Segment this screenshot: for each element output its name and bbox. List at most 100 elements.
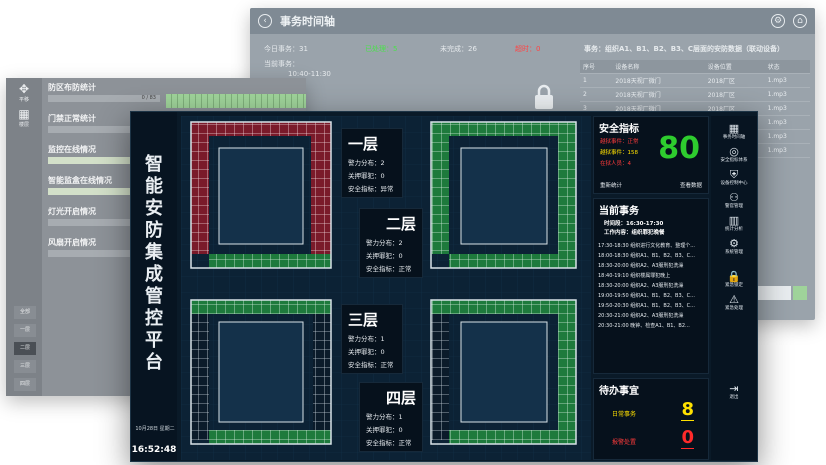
floor-3-card[interactable]: 三层 警力分布：1 关押罪犯：0 安全指标：正常 — [341, 304, 403, 374]
timeline-titlebar: ‹ 事务时间轴 ⚙ ⌂ — [250, 8, 815, 34]
alarm-icon: ⚠ — [729, 293, 739, 306]
table-cell: 1 — [580, 73, 613, 88]
floor-plan-strip — [166, 94, 306, 108]
dashboard-window: 智能安防集成管控平台 10月28日 星期二 16:52:48 一层 警力分布：2… — [130, 111, 758, 462]
event-item[interactable]: 18:40-19:10 组织楼属罪犯晚上 — [598, 271, 704, 281]
nav-label: 统计分析 — [725, 227, 743, 232]
event-item[interactable]: 18:30-20:00 组织A2、A3服刑犯洗澡 — [598, 281, 704, 291]
floor-button[interactable]: 二层 — [14, 342, 36, 355]
move-icon-glyph: ✥ — [18, 82, 30, 96]
nav-item[interactable]: ⚇ 警官管理 — [711, 191, 757, 210]
nav-item[interactable]: ▦ 事务时间轴 — [711, 122, 757, 141]
todo-alarm-label[interactable]: 报警处置 — [612, 437, 636, 446]
nav-label: 警官管理 — [725, 204, 743, 209]
today-events: 今日事务：31 — [264, 45, 308, 53]
event-item[interactable]: 19:00-19:50 组织A1、B1、B2、B3、C... — [598, 291, 704, 301]
exit-icon: ⇥ — [729, 382, 739, 395]
table-header: 设备名称 — [612, 60, 705, 74]
floor-button[interactable]: 全部 — [14, 306, 36, 319]
nav-item[interactable]: ⚠ 紧急处理 — [711, 293, 757, 312]
home-icon[interactable]: ⌂ — [793, 14, 807, 28]
floor-4-locks: 关押罪犯：0 — [366, 426, 403, 434]
event-item[interactable]: 17:30-18:30 组织进行文化教育、整理个... — [598, 241, 704, 251]
event-item[interactable]: 18:30-20:00 组织A2、A3服刑犯洗澡 — [598, 261, 704, 271]
floor-2-title: 二层 — [385, 215, 416, 233]
settings-icon: ⚙ — [729, 237, 739, 250]
back-icon[interactable]: ‹ — [258, 14, 272, 28]
table-row[interactable]: 2 2018天视厂微门 2018厂区 1.mp3 — [580, 87, 810, 102]
floor-icon[interactable]: ▦ 楼层 — [6, 107, 42, 128]
floor-1-locks: 关押罪犯：0 — [348, 172, 385, 180]
floor-3-alarm: 警力分布：1 — [348, 335, 385, 343]
date-label: 10月28日 星期二 — [135, 426, 175, 432]
safety-row-2: 越狱事件：158 — [600, 150, 638, 156]
floor-1-safety: 安全指标：异常 — [348, 185, 394, 193]
staff-icon: ⚇ — [729, 191, 739, 204]
floor-3-title: 三层 — [348, 311, 379, 329]
floor-1-title: 一层 — [348, 135, 379, 153]
stat-item: 防区布防统计 0 / 83 — [48, 82, 160, 102]
floor-button[interactable]: 一层 — [14, 324, 36, 337]
table-cell: 1.mp3 — [764, 101, 810, 116]
floor-2-alarm: 警力分布：2 — [366, 239, 403, 247]
floor-1-alarm: 警力分布：2 — [348, 159, 385, 167]
floor-1-card[interactable]: 一层 警力分布：2 关押罪犯：0 安全指标：异常 — [341, 128, 403, 198]
todo-alarm-count[interactable]: 0 — [681, 427, 694, 449]
nav-label: 设备控制中心 — [720, 181, 748, 186]
current-time: 时间段：16:30-17:30 — [604, 221, 664, 227]
settings-icon[interactable]: ⚙ — [771, 14, 785, 28]
nav-label: 紧急锁定 — [725, 283, 743, 288]
safety-panel: 安全指标 越狱事件：正常 越狱事件：158 在狱人员：4 80 重新统计 查看数… — [593, 116, 709, 194]
nav-label: 退出 — [729, 395, 739, 400]
todo-daily-count[interactable]: 8 — [681, 399, 694, 421]
event-list: 17:30-18:30 组织进行文化教育、整理个... 18:00-18:30 组… — [594, 238, 708, 331]
table-cell: 2018厂区 — [704, 73, 765, 88]
event-item[interactable]: 20:30-21:00 晚钟、检查A1、B1、B2... — [598, 321, 704, 331]
handled-count: 已处理：5 — [365, 45, 398, 53]
event-item[interactable]: 20:30-21:00 组织A2、A3服刑犯洗澡 — [598, 311, 704, 321]
todo-daily-label[interactable]: 日常事务 — [612, 409, 636, 418]
stat-label: 防区布防统计 — [48, 83, 96, 92]
floor-4-alarm: 警力分布：1 — [366, 413, 403, 421]
current-title: 当前事务 — [599, 206, 639, 217]
view-data-link[interactable]: 查看数据 — [680, 181, 702, 189]
search-input[interactable] — [755, 286, 791, 300]
safety-row-1: 越狱事件：正常 — [600, 139, 639, 145]
timeout-count: 超时：0 — [515, 45, 541, 53]
floor-2-card[interactable]: 二层 警力分布：2 关押罪犯：0 安全指标：正常 — [359, 208, 423, 278]
table-cell: 1.mp3 — [764, 143, 810, 158]
table-header: 序号 — [580, 60, 613, 74]
safety-score: 80 — [658, 131, 700, 166]
event-item[interactable]: 19:50-20:30 组织A1、B1、B2、B3、C... — [598, 301, 704, 311]
table-row[interactable]: 1 2018天视厂微门 2018厂区 1.mp3 — [580, 73, 810, 88]
move-icon[interactable]: ✥ 平移 — [6, 82, 42, 103]
table-title: 事务：组织A1、B1、B2、B3、C层面的安防数据（联动设备） — [584, 45, 785, 53]
floor-button[interactable]: 四层 — [14, 378, 36, 391]
table-cell: 2 — [580, 87, 613, 102]
event-item[interactable]: 18:00-18:30 组织A1、B1、B2、B3、C... — [598, 251, 704, 261]
nav-item[interactable]: ⇥ 退出 — [711, 382, 757, 401]
nav-item[interactable]: ⚙ 系统管理 — [711, 237, 757, 256]
platform-title: 智能安防集成管控平台 — [145, 154, 163, 373]
nav-item[interactable]: ◎ 安全指标体系 — [711, 145, 757, 164]
table-cell: 2018天视厂微门 — [612, 87, 705, 102]
floor-3-locks: 关押罪犯：0 — [348, 348, 385, 356]
table-header: 设备位置 — [704, 60, 765, 74]
nav-item[interactable]: ⛨ 设备控制中心 — [711, 168, 757, 187]
floor-4-safety: 安全指标：正常 — [366, 439, 412, 447]
floor-4-card[interactable]: 四层 警力分布：1 关押罪犯：0 安全指标：正常 — [359, 382, 423, 452]
todo-panel: 待办事宜 日常事务 8 报警处置 0 — [593, 378, 709, 460]
todo-title: 待办事宜 — [599, 386, 639, 397]
nav-item[interactable]: ▥ 统计分析 — [711, 214, 757, 233]
nav-item[interactable]: 🔒 紧急锁定 — [711, 270, 757, 289]
right-nav: ▦ 事务时间轴 ◎ 安全指标体系 ⛨ 设备控制中心 ⚇ 警官管理 ▥ 统计分析 ⚙ 系统管理 🔒 紧急锁定… — [711, 116, 757, 460]
recount-link[interactable]: 重新统计 — [600, 181, 622, 189]
lock-icon: 🔒 — [727, 270, 741, 283]
floor-button[interactable]: 三层 — [14, 360, 36, 373]
safety-row-3: 在狱人员：4 — [600, 161, 631, 167]
floor-2-locks: 关押罪犯：0 — [366, 252, 403, 260]
nav-label: 紧急处理 — [725, 306, 743, 311]
timeline-icon: ▦ — [728, 122, 740, 135]
search-button[interactable] — [793, 286, 807, 300]
nav-label: 安全指标体系 — [720, 158, 748, 163]
